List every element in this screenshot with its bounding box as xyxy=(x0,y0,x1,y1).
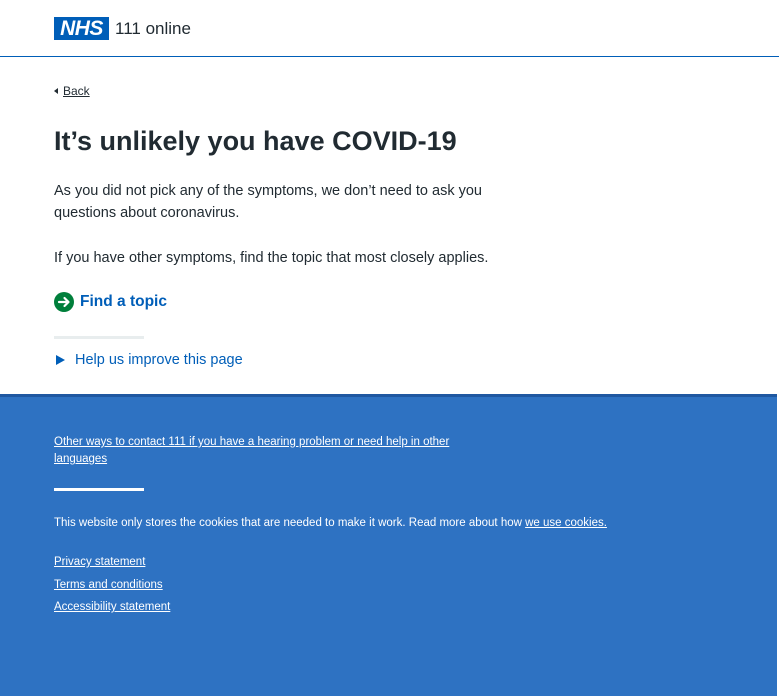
find-a-topic-label: Find a topic xyxy=(80,293,167,310)
privacy-statement-link[interactable]: Privacy statement xyxy=(54,556,145,568)
site-footer: Other ways to contact 111 if you have a … xyxy=(0,394,777,696)
arrow-right-circle-icon xyxy=(54,292,74,312)
help-improve-expander[interactable]: Help us improve this page xyxy=(56,352,243,368)
help-improve-label: Help us improve this page xyxy=(75,352,243,368)
section-divider xyxy=(54,336,144,339)
contact-111-link[interactable]: Other ways to contact 111 if you have a … xyxy=(54,434,484,468)
other-symptoms-paragraph: If you have other symptoms, find the top… xyxy=(54,250,489,266)
footer-link-item: Accessibility statement xyxy=(54,600,170,614)
back-link[interactable]: Back xyxy=(54,84,90,98)
triangle-right-icon xyxy=(56,355,65,365)
footer-links: Privacy statement Terms and conditions A… xyxy=(54,555,170,623)
site-header: NHS 111 online xyxy=(0,0,779,57)
service-name[interactable]: 111 online xyxy=(115,19,191,39)
back-link-label: Back xyxy=(63,84,90,98)
use-cookies-link[interactable]: we use cookies. xyxy=(525,517,607,529)
terms-and-conditions-link[interactable]: Terms and conditions xyxy=(54,579,163,591)
chevron-left-icon xyxy=(54,88,58,94)
footer-divider xyxy=(54,488,144,491)
cookie-notice-text: This website only stores the cookies tha… xyxy=(54,517,526,529)
accessibility-statement-link[interactable]: Accessibility statement xyxy=(54,601,170,613)
page-title: It’s unlikely you have COVID-19 xyxy=(54,126,457,156)
footer-link-item: Terms and conditions xyxy=(54,578,170,592)
no-symptoms-paragraph: As you did not pick any of the symptoms,… xyxy=(54,183,482,221)
nhs-logo[interactable]: NHS xyxy=(54,17,109,40)
cookie-notice: This website only stores the cookies tha… xyxy=(54,516,607,530)
find-a-topic-link[interactable]: Find a topic xyxy=(54,292,167,312)
footer-link-item: Privacy statement xyxy=(54,555,170,569)
